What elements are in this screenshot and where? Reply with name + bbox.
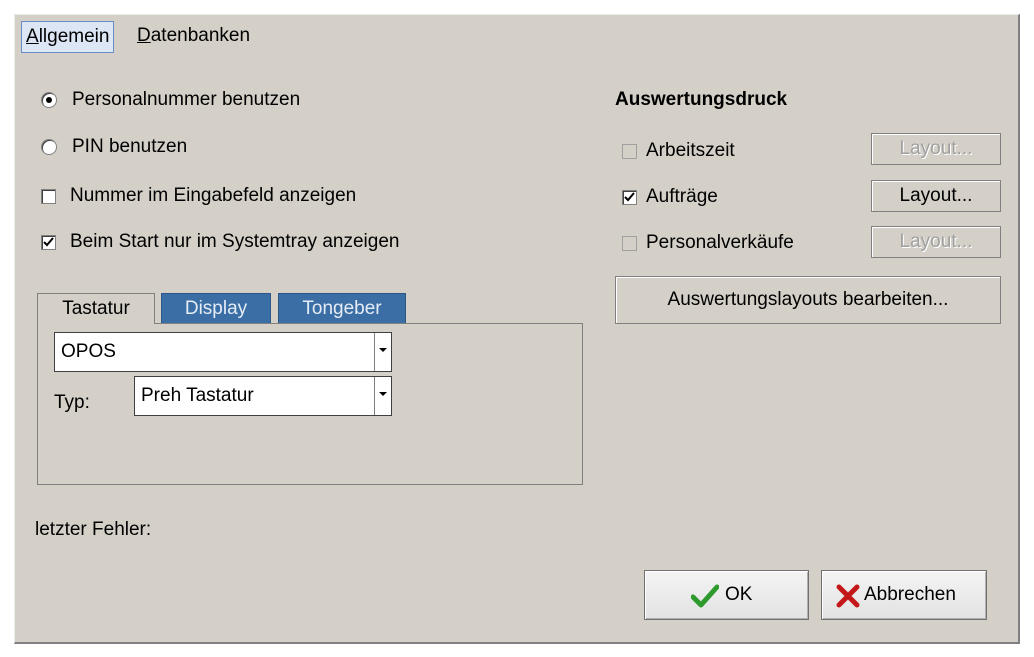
cancel-button[interactable]: Abbrechen <box>821 570 987 620</box>
pin-radio[interactable] <box>41 139 57 155</box>
tab-tongeber-label: Tongeber <box>302 298 382 319</box>
chevron-down-icon[interactable] <box>374 333 391 371</box>
tab-allgemein[interactable]: Allgemein <box>21 21 115 53</box>
auftraege-layout-button[interactable]: Layout... <box>871 180 1001 212</box>
auswertungslayouts-edit-button[interactable]: Auswertungslayouts bearbeiten... <box>615 276 1001 324</box>
driver-select[interactable]: OPOS <box>54 332 392 372</box>
auftraege-checkbox[interactable] <box>622 190 637 205</box>
typ-label: Typ: <box>54 392 90 413</box>
systemtray-label: Beim Start nur im Systemtray anzeigen <box>70 231 400 252</box>
tab-allgemein-label: llgemein <box>38 26 110 47</box>
auftraege-label: Aufträge <box>646 186 718 207</box>
pin-label: PIN benutzen <box>72 136 188 157</box>
checkmark-icon <box>624 192 635 202</box>
personalnummer-radio[interactable] <box>41 92 57 108</box>
tab-datenbanken[interactable]: Datenbanken <box>133 21 254 51</box>
tab-tongeber[interactable]: Tongeber <box>278 293 406 324</box>
systemtray-checkbox[interactable] <box>41 235 56 250</box>
arbeitszeit-layout-button[interactable]: Layout... <box>871 133 1001 165</box>
tab-display[interactable]: Display <box>161 293 271 324</box>
close-icon <box>836 584 860 608</box>
tab-datenbanken-label: atenbanken <box>150 25 251 46</box>
nummer-anzeigen-label: Nummer im Eingabefeld anzeigen <box>70 185 357 206</box>
personalverkaeufe-label: Personalverkäufe <box>646 232 794 253</box>
ok-button[interactable]: OK <box>644 570 809 620</box>
chevron-down-icon[interactable] <box>374 377 391 415</box>
ok-label: OK <box>725 584 753 605</box>
driver-select-value: OPOS <box>61 341 116 362</box>
arbeitszeit-label: Arbeitszeit <box>646 140 735 161</box>
tab-display-label: Display <box>184 298 248 319</box>
cancel-label: Abbrechen <box>864 584 956 605</box>
check-icon <box>691 584 719 608</box>
nummer-anzeigen-checkbox[interactable] <box>41 189 56 204</box>
tab-tastatur-label: Tastatur <box>62 298 130 319</box>
personalverkaeufe-checkbox[interactable] <box>622 236 637 251</box>
radio-selected-dot <box>46 97 52 103</box>
typ-select[interactable]: Preh Tastatur <box>134 376 392 416</box>
settings-dialog: Allgemein Datenbanken Personalnummer ben… <box>14 14 1020 644</box>
personalverkaeufe-layout-button[interactable]: Layout... <box>871 226 1001 258</box>
personalnummer-label: Personalnummer benutzen <box>72 89 301 110</box>
tab-datenbanken-mnemonic: D <box>137 25 151 46</box>
tastatur-panel: OPOS Typ: Preh Tastatur <box>37 323 583 485</box>
checkmark-icon <box>43 237 54 247</box>
typ-select-value: Preh Tastatur <box>141 385 254 406</box>
tab-allgemein-mnemonic: A <box>26 26 39 47</box>
arbeitszeit-checkbox[interactable] <box>622 144 637 159</box>
auswertungsdruck-title: Auswertungsdruck <box>615 89 788 110</box>
tab-tastatur[interactable]: Tastatur <box>37 293 155 324</box>
error-label: letzter Fehler: <box>35 519 152 540</box>
